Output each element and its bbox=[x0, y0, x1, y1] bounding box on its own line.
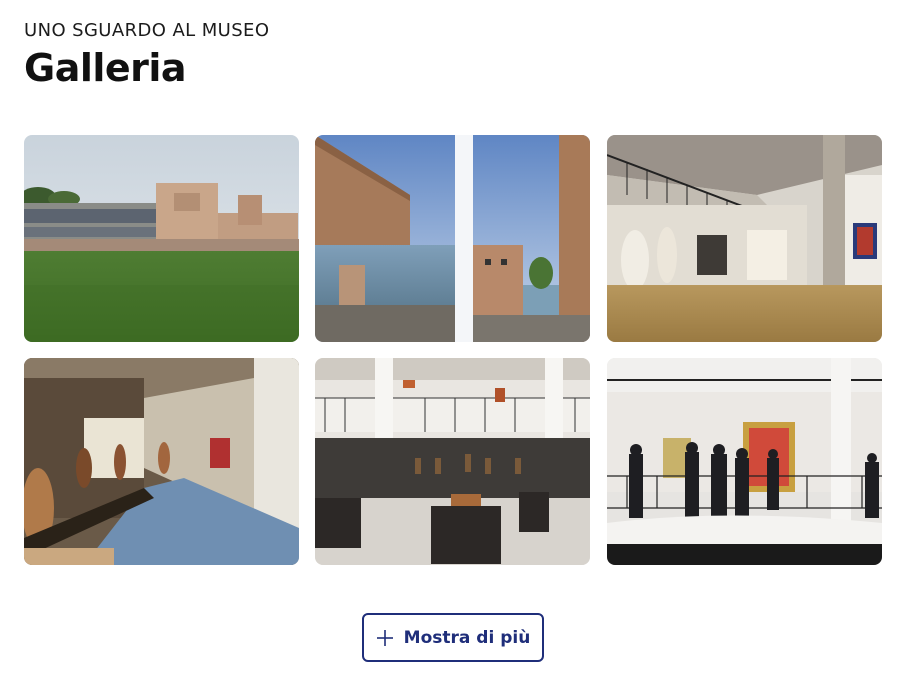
gallery-item-interior-corridor[interactable] bbox=[24, 358, 299, 565]
interior-gallery-visitors-photo bbox=[607, 358, 882, 565]
gallery-item-exterior-water[interactable] bbox=[315, 135, 590, 342]
interior-corridor-photo bbox=[24, 358, 299, 565]
show-more-button[interactable]: Mostra di più bbox=[362, 613, 544, 662]
page-title: Galleria bbox=[24, 46, 187, 90]
gallery-item-interior-gallery-visitors[interactable] bbox=[607, 358, 882, 565]
gallery-item-interior-balcony[interactable] bbox=[607, 135, 882, 342]
exterior-water-photo bbox=[315, 135, 590, 342]
interior-balcony-photo bbox=[607, 135, 882, 342]
section-eyebrow: UNO SGUARDO AL MUSEO bbox=[24, 20, 270, 41]
show-more-label: Mostra di più bbox=[403, 627, 531, 648]
gallery-item-exterior-lawn[interactable] bbox=[24, 135, 299, 342]
gallery-grid bbox=[24, 135, 882, 565]
gallery-item-interior-hall[interactable] bbox=[315, 358, 590, 565]
exterior-lawn-photo bbox=[24, 135, 299, 342]
interior-hall-photo bbox=[315, 358, 590, 565]
plus-icon bbox=[376, 629, 393, 646]
